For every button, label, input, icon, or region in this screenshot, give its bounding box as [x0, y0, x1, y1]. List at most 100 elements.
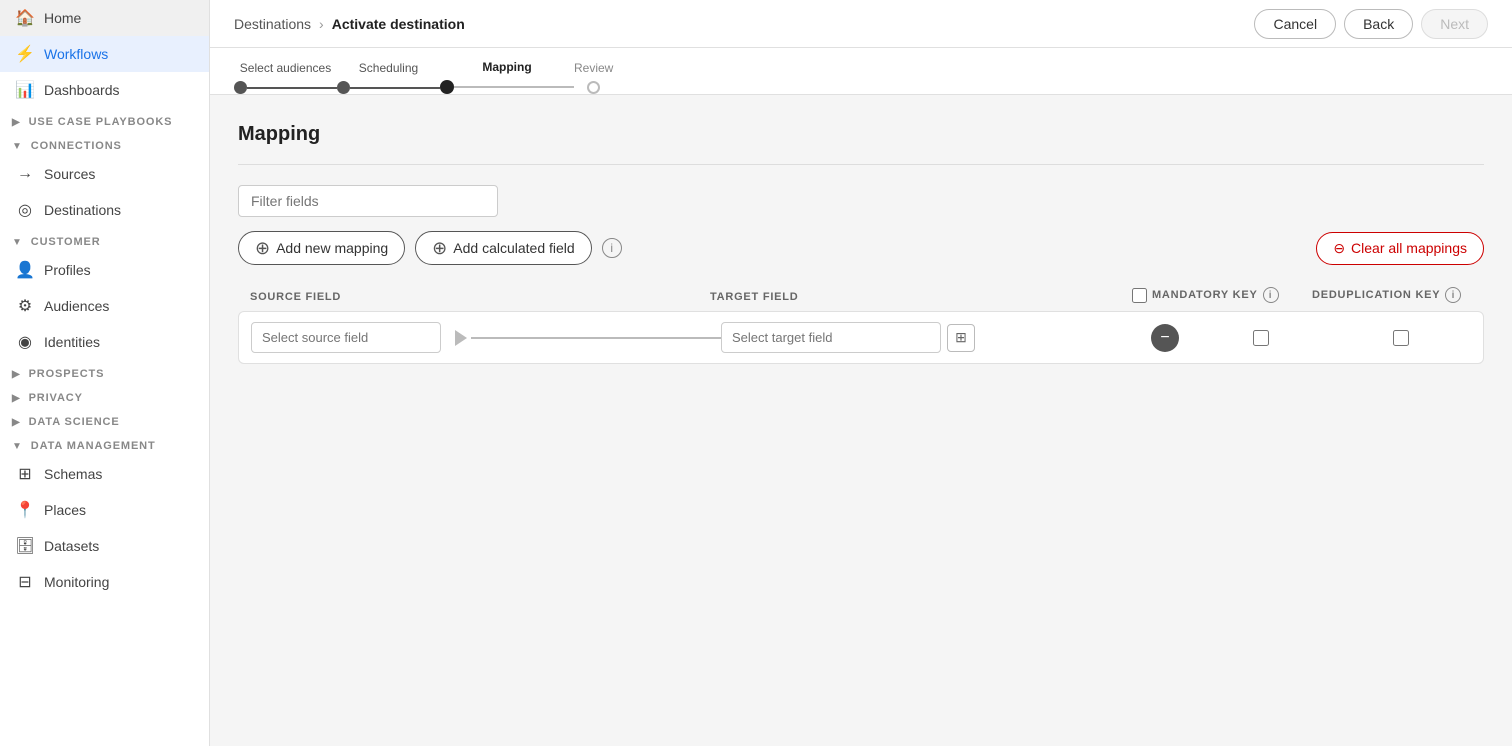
section-label-privacy: PRIVACY: [29, 392, 83, 404]
sidebar-item-destinations[interactable]: ◎ Destinations: [0, 192, 209, 228]
add-mapping-button[interactable]: ⊕ Add new mapping: [238, 231, 405, 265]
audiences-icon: ⚙: [16, 297, 34, 315]
add-calc-icon: ⊕: [432, 239, 447, 257]
section-label-data-science: DATA SCIENCE: [29, 416, 120, 428]
sidebar-item-identities[interactable]: ◉ Identities: [0, 324, 209, 360]
step-dot-mapping: [440, 80, 454, 94]
sidebar-item-schemas[interactable]: ⊞ Schemas: [0, 456, 209, 492]
sidebar: 🏠 Home ⚡ Workflows 📊 Dashboards ▶ USE CA…: [0, 0, 210, 746]
step-label-scheduling: Scheduling: [359, 61, 418, 75]
section-connections[interactable]: ▼ CONNECTIONS: [0, 132, 209, 156]
source-field-cell: [251, 322, 451, 353]
mandatory-checkbox-cell: [1191, 330, 1331, 346]
sidebar-label-destinations: Destinations: [44, 202, 121, 218]
mapping-column-headers: SOURCE FIELD TARGET FIELD MANDATORY KEY …: [238, 287, 1484, 311]
arrow-icon[interactable]: [455, 330, 467, 346]
chevron-down-icon: ▼: [12, 141, 23, 152]
section-customer[interactable]: ▼ CUSTOMER: [0, 228, 209, 252]
section-prospects[interactable]: ▶ PROSPECTS: [0, 360, 209, 384]
sidebar-item-profiles[interactable]: 👤 Profiles: [0, 252, 209, 288]
breadcrumb: Destinations › Activate destination: [234, 16, 465, 32]
filter-input[interactable]: [238, 185, 498, 217]
dedup-info-icon[interactable]: i: [1445, 287, 1461, 303]
sidebar-label-workflows: Workflows: [44, 46, 108, 62]
chevron-down-icon-customer: ▼: [12, 237, 23, 248]
sidebar-item-sources[interactable]: → Sources: [0, 156, 209, 192]
stepper-bar: Select audiences Scheduling Mapping: [210, 48, 1512, 95]
clear-mappings-button[interactable]: ⊖ Clear all mappings: [1316, 232, 1484, 265]
sidebar-item-workflows[interactable]: ⚡ Workflows: [0, 36, 209, 72]
step-dot-audiences: [234, 81, 247, 94]
remove-mapping-button[interactable]: −: [1151, 324, 1179, 352]
profiles-icon: 👤: [16, 261, 34, 279]
sidebar-label-identities: Identities: [44, 334, 100, 350]
target-field-header: TARGET FIELD: [710, 287, 1132, 303]
minus-icon: ⊖: [1333, 240, 1345, 257]
table-row: ⊞ −: [238, 311, 1484, 364]
source-field-header: SOURCE FIELD: [250, 287, 710, 303]
mapping-title: Mapping: [238, 123, 1484, 165]
sidebar-item-audiences[interactable]: ⚙ Audiences: [0, 288, 209, 324]
step-line-2: [350, 87, 440, 89]
section-label-customer: CUSTOMER: [31, 236, 101, 248]
dedup-key-header: DEDUPLICATION KEY i: [1312, 287, 1472, 303]
sidebar-item-home[interactable]: 🏠 Home: [0, 0, 209, 36]
section-use-case-playbooks[interactable]: ▶ USE CASE PLAYBOOKS: [0, 108, 209, 132]
step-label-mapping: Mapping: [482, 60, 531, 74]
top-header: Destinations › Activate destination Canc…: [210, 0, 1512, 48]
sidebar-item-dashboards[interactable]: 📊 Dashboards: [0, 72, 209, 108]
section-privacy[interactable]: ▶ PRIVACY: [0, 384, 209, 408]
minus-circle-icon: −: [1160, 330, 1169, 346]
section-label-use-case: USE CASE PLAYBOOKS: [29, 116, 173, 128]
dedup-checkbox[interactable]: [1393, 330, 1409, 346]
sidebar-label-sources: Sources: [44, 166, 95, 182]
info-icon[interactable]: i: [602, 238, 622, 258]
mandatory-header-checkbox[interactable]: [1132, 288, 1147, 303]
buttons-row: ⊕ Add new mapping ⊕ Add calculated field…: [238, 231, 1484, 265]
sidebar-label-places: Places: [44, 502, 86, 518]
section-label-connections: CONNECTIONS: [31, 140, 122, 152]
chevron-down-data-management: ▼: [12, 441, 23, 452]
cancel-button[interactable]: Cancel: [1254, 9, 1336, 39]
sidebar-label-home: Home: [44, 10, 81, 26]
workflows-icon: ⚡: [16, 45, 34, 63]
sidebar-label-audiences: Audiences: [44, 298, 109, 314]
identities-icon: ◉: [16, 333, 34, 351]
section-data-science[interactable]: ▶ DATA SCIENCE: [0, 408, 209, 432]
main-panel: Destinations › Activate destination Canc…: [210, 0, 1512, 746]
chevron-right-icon: ▶: [12, 117, 21, 128]
step-dot-review: [587, 81, 600, 94]
mandatory-info-icon[interactable]: i: [1263, 287, 1279, 303]
sidebar-label-dashboards: Dashboards: [44, 82, 120, 98]
breadcrumb-parent[interactable]: Destinations: [234, 16, 311, 32]
sidebar-item-datasets[interactable]: 🗄 Datasets: [0, 528, 209, 564]
step-label-review: Review: [574, 61, 613, 75]
target-expand-button[interactable]: ⊞: [947, 324, 975, 352]
datasets-icon: 🗄: [16, 537, 34, 555]
step-line-1: [247, 87, 337, 89]
next-button: Next: [1421, 9, 1488, 39]
breadcrumb-current: Activate destination: [332, 16, 465, 32]
sidebar-item-places[interactable]: 📍 Places: [0, 492, 209, 528]
dedup-checkbox-cell: [1331, 330, 1471, 346]
source-field-input[interactable]: [251, 322, 441, 353]
sidebar-label-datasets: Datasets: [44, 538, 99, 554]
chevron-right-privacy: ▶: [12, 393, 21, 404]
back-button[interactable]: Back: [1344, 9, 1413, 39]
sidebar-label-schemas: Schemas: [44, 466, 102, 482]
title-divider: [238, 164, 1484, 165]
field-connector: [451, 330, 721, 346]
section-data-management[interactable]: ▼ DATA MANAGEMENT: [0, 432, 209, 456]
sidebar-label-profiles: Profiles: [44, 262, 91, 278]
header-actions: Cancel Back Next: [1254, 9, 1488, 39]
mandatory-checkbox[interactable]: [1253, 330, 1269, 346]
content-area: Mapping ⊕ Add new mapping ⊕ Add calculat…: [210, 95, 1512, 746]
dashboards-icon: 📊: [16, 81, 34, 99]
connector-line: [471, 337, 721, 339]
sidebar-item-monitoring[interactable]: ⊟ Monitoring: [0, 564, 209, 600]
add-icon: ⊕: [255, 239, 270, 257]
sidebar-label-monitoring: Monitoring: [44, 574, 109, 590]
add-calculated-button[interactable]: ⊕ Add calculated field: [415, 231, 592, 265]
target-field-input[interactable]: [721, 322, 941, 353]
schemas-icon: ⊞: [16, 465, 34, 483]
